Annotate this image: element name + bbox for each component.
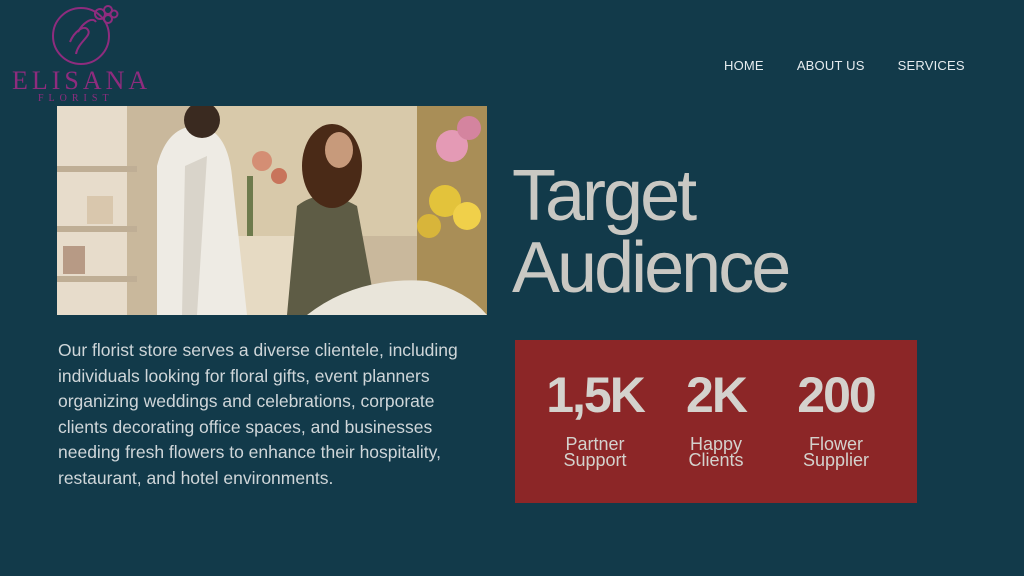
stat-label: Flower Supplier bbox=[771, 435, 901, 470]
stat-label-line: Clients bbox=[688, 450, 744, 470]
flower-monogram-icon bbox=[52, 5, 119, 65]
title-line-2: Audience bbox=[512, 228, 791, 308]
stat-label: Partner Support bbox=[530, 435, 660, 470]
page-title: Target Audience bbox=[512, 156, 791, 308]
stat-value: 200 bbox=[797, 367, 876, 423]
florist-shop-photo-illustration bbox=[57, 106, 487, 315]
hero-photo bbox=[57, 106, 487, 315]
stat-value: 1,5K bbox=[546, 367, 646, 423]
stats-panel: 1,5K Partner Support 2K Happy Clients 20… bbox=[515, 340, 917, 503]
stat-value: 2K bbox=[686, 367, 748, 423]
main-nav: HOME ABOUT US SERVICES bbox=[724, 58, 965, 73]
nav-home-link[interactable]: HOME bbox=[724, 58, 764, 73]
logo[interactable]: ELISANA FLORIST bbox=[8, 2, 148, 106]
logo-name: ELISANA bbox=[12, 66, 152, 95]
stat-flower-supplier: 200 Flower Supplier bbox=[771, 366, 901, 470]
logo-subtitle: FLORIST bbox=[38, 93, 114, 104]
stat-partner-support: 1,5K Partner Support bbox=[530, 366, 660, 470]
stat-label-line: Supplier bbox=[802, 450, 870, 470]
stat-happy-clients: 2K Happy Clients bbox=[651, 366, 781, 470]
audience-description: Our florist store serves a diverse clien… bbox=[58, 340, 458, 488]
nav-about-us-link[interactable]: ABOUT US bbox=[797, 58, 865, 73]
stat-label-line: Support bbox=[563, 450, 627, 470]
stat-label: Happy Clients bbox=[651, 435, 781, 470]
nav-services-link[interactable]: SERVICES bbox=[898, 58, 965, 73]
title-line-1: Target bbox=[512, 156, 697, 236]
